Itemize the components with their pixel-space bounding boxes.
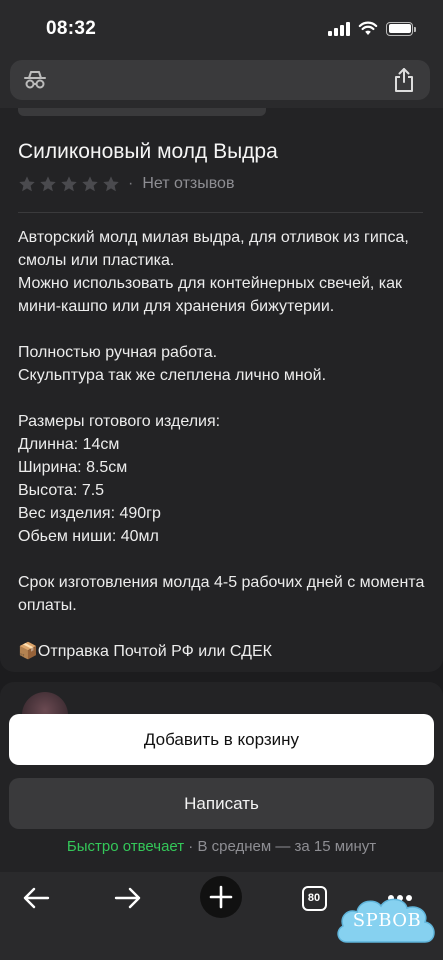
back-button[interactable] xyxy=(16,878,56,918)
image-gallery-edge xyxy=(18,108,266,116)
url-field[interactable] xyxy=(10,60,430,100)
browser-address-bar xyxy=(0,58,443,108)
star-icon xyxy=(61,176,77,192)
private-browsing-icon[interactable] xyxy=(22,68,48,92)
watermark-logo: SPBOB xyxy=(333,892,441,954)
forward-button[interactable] xyxy=(108,878,148,918)
status-time: 08:32 xyxy=(46,18,97,39)
status-icons xyxy=(328,21,416,36)
battery-icon xyxy=(386,21,416,36)
product-card: Силиконовый молд Выдра · Нет отзывов Авт… xyxy=(0,108,443,672)
tabs-button[interactable]: 80 xyxy=(294,878,334,918)
status-bar: 08:32 xyxy=(0,0,443,58)
seller-reply-info: Быстро отвечает · В среднем — за 15 мину… xyxy=(0,838,443,855)
plus-icon xyxy=(209,885,233,909)
back-arrow-icon xyxy=(23,887,50,909)
product-description: Авторский молд милая выдра, для отливок … xyxy=(18,229,425,660)
product-title: Силиконовый молд Выдра xyxy=(18,140,278,163)
forward-arrow-icon xyxy=(114,887,141,909)
star-icon xyxy=(19,176,35,192)
new-tab-button[interactable] xyxy=(200,876,242,918)
message-seller-button[interactable]: Написать xyxy=(9,778,434,829)
add-to-cart-button[interactable]: Добавить в корзину xyxy=(9,714,434,765)
fast-reply-label: Быстро отвечает xyxy=(66,838,185,855)
reply-separator: · xyxy=(184,838,198,855)
share-icon[interactable] xyxy=(392,67,416,93)
rating-row[interactable]: · Нет отзывов xyxy=(18,175,234,193)
separator-dot: · xyxy=(128,175,134,192)
watermark-text: SPBOB xyxy=(352,910,422,931)
divider xyxy=(18,212,423,213)
star-icon xyxy=(40,176,56,192)
tabs-icon: 80 xyxy=(301,885,327,911)
reviews-label: Нет отзывов xyxy=(142,175,235,192)
cellular-signal-icon xyxy=(328,21,350,36)
star-icon xyxy=(82,176,98,192)
star-icon xyxy=(103,176,119,192)
average-reply-label: В среднем — за 15 минут xyxy=(197,838,377,855)
wifi-icon xyxy=(358,21,378,35)
